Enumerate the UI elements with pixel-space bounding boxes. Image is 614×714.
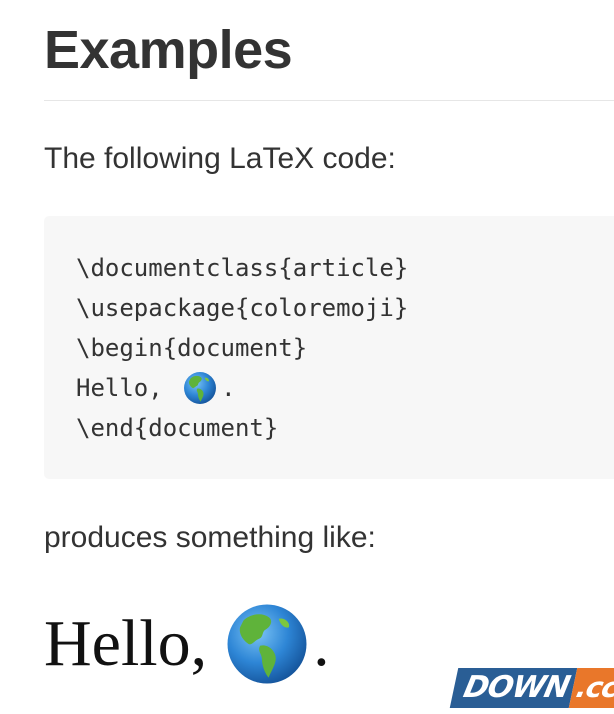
heading-divider bbox=[44, 100, 614, 101]
watermark-logo: DOWN .cc bbox=[449, 668, 614, 708]
rendered-text: . bbox=[313, 607, 330, 680]
rendered-output: Hello, . bbox=[44, 604, 330, 684]
watermark-main: DOWN bbox=[449, 668, 577, 708]
code-line: \usepackage{coloremoji} bbox=[76, 294, 409, 322]
code-text: Hello, bbox=[76, 374, 178, 402]
code-line-hello: Hello, . bbox=[76, 368, 614, 408]
code-block: \documentclass{article} \usepackage{colo… bbox=[44, 216, 614, 479]
globe-icon bbox=[227, 604, 307, 684]
outro-paragraph: produces something like: bbox=[44, 521, 376, 554]
rendered-text: Hello, bbox=[44, 607, 208, 680]
code-text: . bbox=[221, 374, 236, 402]
code-line: \end{document} bbox=[76, 414, 279, 442]
code-line: \documentclass{article} bbox=[76, 254, 409, 282]
intro-paragraph: The following LaTeX code: bbox=[44, 142, 396, 175]
section-heading: Examples bbox=[44, 20, 293, 80]
code-line: \begin{document} bbox=[76, 334, 308, 362]
globe-icon bbox=[184, 372, 217, 404]
watermark-tld: .cc bbox=[568, 668, 614, 708]
